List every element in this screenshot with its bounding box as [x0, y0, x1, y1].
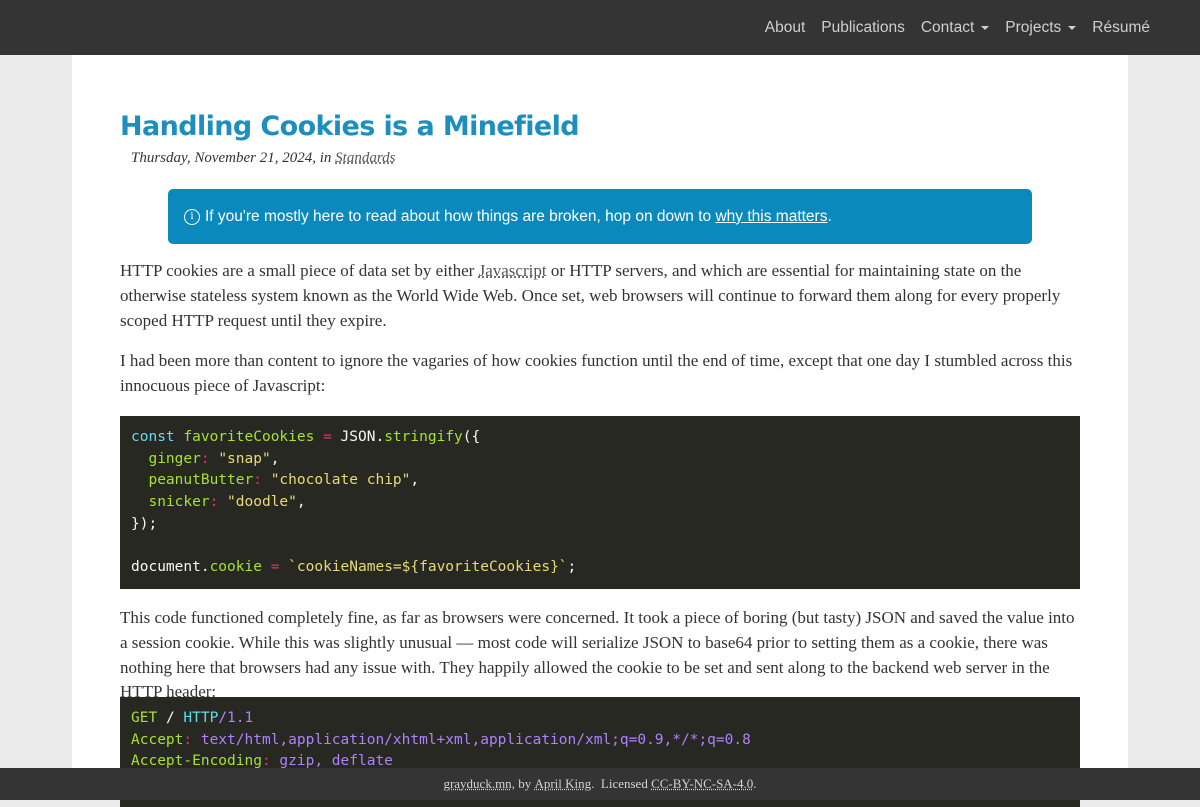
javascript-link[interactable]: Javascript: [479, 261, 547, 280]
why-this-matters-link[interactable]: why this matters: [715, 208, 827, 226]
footer-licensed: . Licensed: [591, 776, 648, 791]
nav-projects-label: Projects: [1005, 18, 1062, 36]
nav-resume-link[interactable]: Résumé: [1092, 19, 1150, 37]
code-line: peanutButter: "chocolate chip",: [148, 472, 420, 489]
code-token: ({: [462, 429, 481, 445]
code-token: ;: [567, 559, 577, 576]
nav-projects-dropdown[interactable]: Projects: [1005, 18, 1077, 37]
page-title: Handling Cookies is a Minefield: [120, 111, 580, 142]
code-token: "doodle": [227, 494, 297, 511]
footer-by: , by: [511, 776, 532, 791]
p1-before: HTTP cookies are a small piece of data s…: [120, 261, 475, 280]
code-token: stringify: [384, 429, 463, 445]
post-meta: Thursday, November 21, 2024, in Standard…: [131, 150, 395, 167]
code-line: Accept: text/html,application/xhtml+xml,…: [131, 731, 751, 748]
code-token: GET: [131, 710, 158, 726]
footer-end: .: [753, 776, 757, 791]
code-token: peanutButter: [148, 472, 254, 489]
code-token: /1.1: [218, 710, 254, 726]
nav-about-link[interactable]: About: [765, 19, 806, 37]
code-token: JSON.: [340, 429, 385, 445]
code-token: Accept: [131, 731, 184, 748]
code-token: HTTP: [183, 710, 219, 726]
alert-text: If you're mostly here to read about how …: [205, 207, 712, 225]
top-navbar: About Publications Contact Projects Résu…: [0, 0, 1200, 55]
code-token: "snap": [218, 450, 271, 467]
code-token: /: [165, 710, 175, 726]
category-link[interactable]: Standards: [335, 150, 395, 166]
code-token: cookie: [209, 559, 262, 576]
chevron-down-icon: [981, 26, 990, 30]
code-token: "chocolate chip": [270, 472, 411, 489]
paragraph-intro: HTTP cookies are a small piece of data s…: [120, 259, 1080, 333]
post-date: Thursday, November 21, 2024, in: [131, 150, 332, 166]
code-token: text/html,application/xhtml+xml,applicat…: [200, 731, 751, 748]
site-link[interactable]: grayduck.mn: [443, 776, 511, 792]
info-icon: i: [184, 208, 200, 225]
code-line: ginger: "snap",: [148, 450, 280, 467]
nav-contact-label: Contact: [920, 18, 975, 36]
code-line: const favoriteCookies = JSON.stringify({: [131, 427, 1069, 449]
main-container: Handling Cookies is a Minefield Thursday…: [72, 55, 1128, 807]
code-token: ginger: [148, 450, 201, 467]
footer: grayduck.mn, by April King. Licensed CC-…: [0, 768, 1200, 800]
paragraph-third: This code functioned completely fine, as…: [120, 608, 1075, 702]
code-line: snicker: "doodle",: [148, 494, 306, 511]
code-token: gzip, deflate: [279, 753, 393, 770]
nav-links: About Publications Contact Projects Résu…: [765, 0, 1150, 55]
code-token: `cookieNames=${favoriteCookies}`: [288, 559, 568, 576]
code-line: GET / HTTP/1.1: [131, 708, 1069, 730]
code-token: snicker: [148, 494, 210, 511]
code-token: Accept-Encoding: [131, 753, 262, 770]
code-line: document.cookie = `cookieNames=${favorit…: [131, 557, 1069, 579]
code-token: document.: [131, 559, 210, 576]
code-token: =: [270, 559, 280, 576]
nav-contact-dropdown[interactable]: Contact: [920, 18, 990, 37]
author-link[interactable]: April King: [534, 776, 591, 792]
license-link[interactable]: CC-BY-NC-SA-4.0: [651, 776, 753, 792]
code-token: favoriteCookies: [183, 429, 315, 445]
code-token: const: [131, 429, 175, 445]
info-alert: i If you're mostly here to read about ho…: [168, 189, 1032, 244]
paragraph-second: I had been more than content to ignore t…: [120, 351, 1073, 395]
alert-end: .: [827, 207, 832, 225]
code-token: =: [323, 429, 332, 445]
code-block-javascript: const favoriteCookies = JSON.stringify({…: [120, 416, 1080, 589]
code-line: });: [131, 515, 158, 532]
nav-publications-link[interactable]: Publications: [821, 19, 905, 37]
chevron-down-icon: [1068, 26, 1077, 30]
